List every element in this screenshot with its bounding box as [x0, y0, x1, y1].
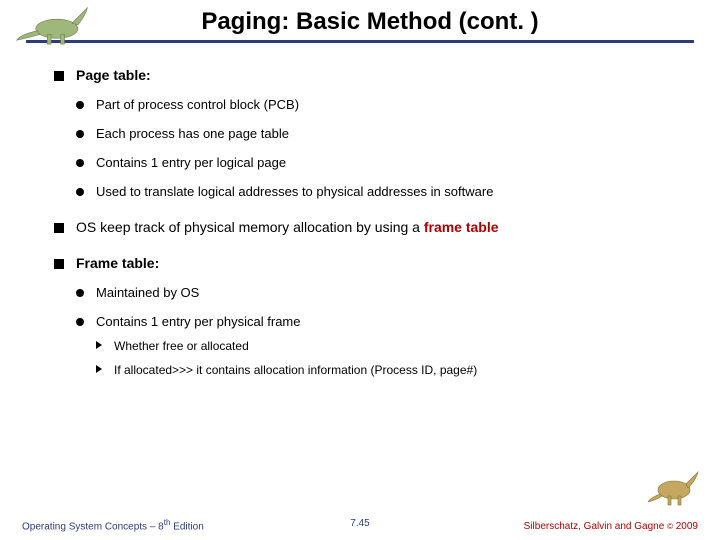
footer-left-prefix: Operating System Concepts – 8: [22, 521, 164, 532]
footer-left-suffix: Edition: [170, 521, 203, 532]
footer-center: 7.45: [350, 518, 369, 529]
list-item: Contains 1 entry per physical frame Whet…: [76, 314, 680, 377]
slide-content: Page table: Part of process control bloc…: [0, 43, 720, 377]
list-item: Whether free or allocated: [96, 339, 680, 353]
list-item: Used to translate logical addresses to p…: [76, 184, 680, 199]
slide-header: Paging: Basic Method (cont. ): [0, 0, 720, 43]
list-item: Part of process control block (PCB): [76, 97, 680, 112]
footer-left: Operating System Concepts – 8th Edition: [22, 518, 204, 532]
footer-right-year: 2009: [673, 521, 698, 532]
list-item: If allocated>>> it contains allocation i…: [96, 363, 680, 377]
bullet-list-level2: Maintained by OS Contains 1 entry per ph…: [76, 285, 680, 377]
bullet-text-prefix: OS keep track of physical memory allocat…: [76, 219, 424, 235]
bullet-text-highlight: frame table: [424, 219, 499, 235]
bullet-label: Frame table:: [76, 255, 159, 271]
bullet-frame-table: Frame table: Maintained by OS Contains 1…: [54, 255, 680, 377]
bullet-page-table: Page table: Part of process control bloc…: [54, 67, 680, 199]
footer-right: Silberschatz, Galvin and Gagne © 2009: [524, 521, 698, 532]
bullet-list-level2: Part of process control block (PCB) Each…: [76, 97, 680, 199]
list-item: Maintained by OS: [76, 285, 680, 300]
footer-right-prefix: Silberschatz, Galvin and Gagne: [524, 521, 667, 532]
bullet-list-level1: Page table: Part of process control bloc…: [54, 67, 680, 377]
bullet-list-level3: Whether free or allocated If allocated>>…: [96, 339, 680, 377]
dinosaur-top-icon: [14, 2, 92, 46]
list-item-label: Contains 1 entry per physical frame: [96, 314, 300, 329]
slide-footer: Operating System Concepts – 8th Edition …: [0, 518, 720, 532]
list-item: Each process has one page table: [76, 126, 680, 141]
slide-title: Paging: Basic Method (cont. ): [40, 8, 700, 36]
slide: Paging: Basic Method (cont. ) Page table…: [0, 0, 720, 540]
list-item: Contains 1 entry per logical page: [76, 155, 680, 170]
bullet-label: Page table:: [76, 67, 151, 83]
bullet-os-track: OS keep track of physical memory allocat…: [54, 219, 680, 235]
title-underline: [26, 40, 694, 43]
dinosaur-bottom-icon: [648, 468, 700, 508]
